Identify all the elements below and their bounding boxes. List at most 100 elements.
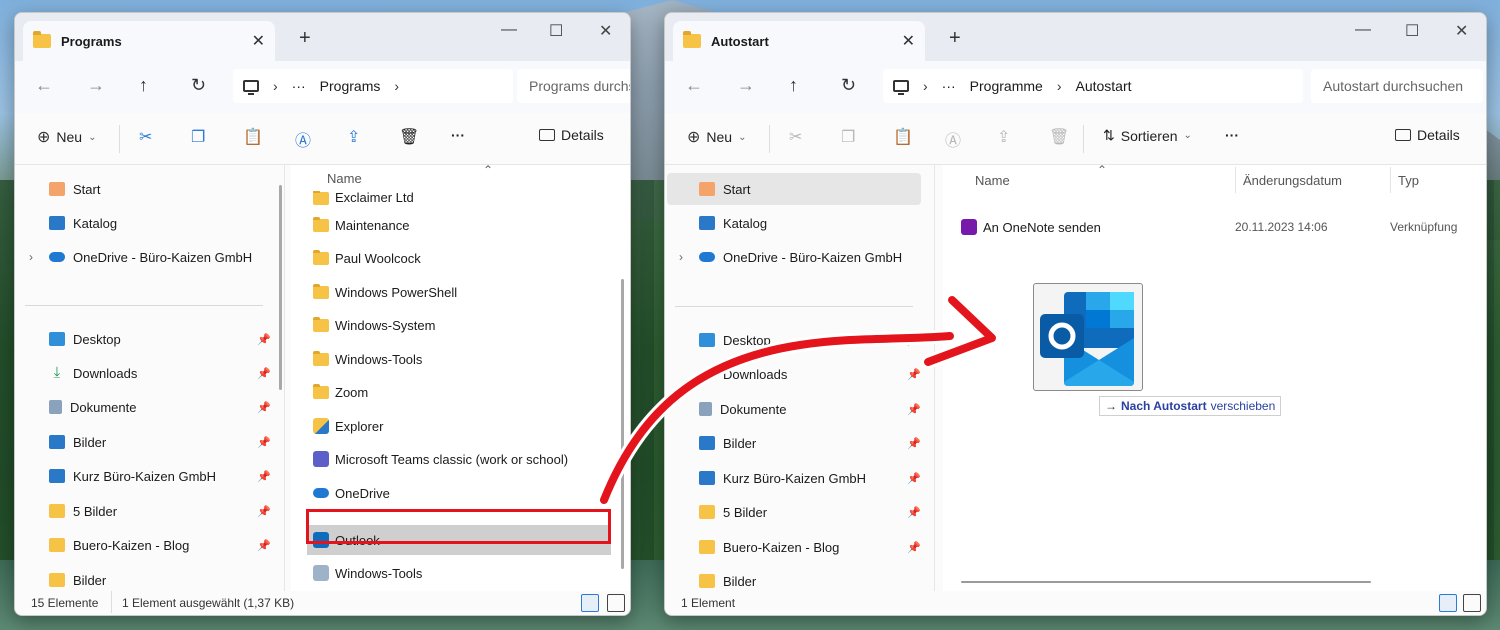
sidebar-item-downloads[interactable]: ⤓ Downloads [15,359,277,387]
maximize-icon[interactable]: ☐ [1405,21,1419,41]
sidebar-item-bilder[interactable]: Bilder [665,429,927,457]
list-item[interactable]: Windows-Tools [313,345,611,373]
back-icon[interactable]: ← [35,75,53,96]
sidebar-item-blog[interactable]: Buero-Kaizen - Blog [15,531,277,559]
list-item[interactable]: Explorer [313,412,611,440]
pin-icon[interactable]: 📌 [257,539,271,552]
sidebar-item-start[interactable]: Start [667,173,921,205]
refresh-icon[interactable]: ↻ [841,75,856,96]
breadcrumb-overflow[interactable]: ··· [292,78,306,94]
copy-icon[interactable]: ❐ [191,127,205,147]
minimize-icon[interactable]: — [501,21,517,39]
tiles-view-icon[interactable] [607,594,625,612]
delete-icon[interactable]: 🗑 [1049,127,1069,147]
rename-icon[interactable]: Ⓐ [945,127,961,151]
up-icon[interactable]: ↑ [789,75,798,96]
pin-icon[interactable]: 📌 [257,470,271,483]
sidebar-item-katalog[interactable]: Katalog [665,209,927,237]
column-header-type[interactable]: Typ [1398,173,1419,188]
pin-icon[interactable]: 📌 [257,505,271,518]
sidebar-scrollbar[interactable] [279,185,282,390]
sidebar-item-5-bilder[interactable]: 5 Bilder [15,497,277,525]
sidebar-item-start[interactable]: Start [15,175,277,203]
sidebar-item-desktop[interactable]: Desktop [665,326,927,354]
breadcrumb-item[interactable]: Autostart [1075,78,1131,94]
pin-icon[interactable]: 📌 [907,334,921,347]
pin-icon[interactable]: 📌 [257,436,271,449]
list-item[interactable]: Windows-System [313,311,611,339]
sidebar-item-katalog[interactable]: Katalog [15,209,277,237]
sidebar-item-blog[interactable]: Buero-Kaizen - Blog [665,533,927,561]
sidebar-item-kurz[interactable]: Kurz Büro-Kaizen GmbH [15,462,277,490]
tab-autostart[interactable]: Autostart ✕ [673,21,925,61]
chevron-right-icon[interactable]: › [29,250,49,264]
breadcrumb-overflow[interactable]: ··· [942,78,956,94]
sidebar-item-onedrive[interactable]: › OneDrive - Büro-Kaizen GmbH [15,243,277,271]
pin-icon[interactable]: 📌 [907,472,921,485]
cut-icon[interactable]: ✂ [139,127,152,147]
breadcrumb-item[interactable]: Programme [970,78,1043,94]
breadcrumb-item[interactable]: Programs [320,78,381,94]
details-view-icon[interactable] [581,594,599,612]
close-window-icon[interactable]: ✕ [599,21,612,41]
column-header-date[interactable]: Änderungsdatum [1243,173,1342,188]
details-view-icon[interactable] [1439,594,1457,612]
close-tab-icon[interactable]: ✕ [902,31,915,51]
list-item[interactable]: OneDrive [313,479,611,507]
details-button[interactable]: Details [539,127,604,143]
horizontal-scrollbar[interactable] [961,581,1371,583]
sidebar-item-5-bilder[interactable]: 5 Bilder [665,498,927,526]
up-icon[interactable]: ↑ [139,75,148,96]
address-bar[interactable]: › ··· Programs › [233,69,513,103]
pin-icon[interactable]: 📌 [907,403,921,416]
column-header-name[interactable]: Name [327,171,362,186]
refresh-icon[interactable]: ↻ [191,75,206,96]
table-row[interactable]: An OneNote senden 20.11.2023 14:06 Verkn… [961,213,1481,241]
new-button[interactable]: ⊕ Neu ⌄ [37,127,96,147]
list-item[interactable]: Exclaimer Ltd [313,191,611,205]
pin-icon[interactable]: 📌 [907,368,921,381]
sidebar-item-onedrive[interactable]: › OneDrive - Büro-Kaizen GmbH [665,243,927,271]
pin-icon[interactable]: 📌 [907,506,921,519]
vertical-scrollbar[interactable] [621,279,624,569]
search-input[interactable]: Programs durchsuchen [517,69,630,103]
close-tab-icon[interactable]: ✕ [252,31,265,51]
list-item[interactable]: Windows-Tools [313,559,611,587]
pin-icon[interactable]: 📌 [257,333,271,346]
list-item[interactable]: Maintenance [313,211,611,239]
paste-icon[interactable]: 📋 [893,127,913,147]
sidebar-item-dokumente[interactable]: Dokumente [665,395,927,423]
paste-icon[interactable]: 📋 [243,127,263,147]
forward-icon[interactable]: → [87,75,105,96]
new-tab-icon[interactable]: + [299,27,311,50]
forward-icon[interactable]: → [737,75,755,96]
minimize-icon[interactable]: — [1355,21,1371,39]
more-options-icon[interactable]: ··· [1225,127,1239,143]
delete-icon[interactable]: 🗑 [399,127,419,147]
new-tab-icon[interactable]: + [949,27,961,50]
cut-icon[interactable]: ✂ [789,127,802,147]
search-input[interactable]: Autostart durchsuchen [1311,69,1483,103]
list-item[interactable]: Windows PowerShell [313,278,611,306]
list-item[interactable]: Zoom [313,378,611,406]
maximize-icon[interactable]: ☐ [549,21,563,41]
share-icon[interactable]: ⇪ [997,127,1010,147]
more-options-icon[interactable]: ··· [451,127,465,143]
pin-icon[interactable]: 📌 [907,437,921,450]
back-icon[interactable]: ← [685,75,703,96]
sidebar-item-bilder-folder[interactable]: Bilder [15,566,277,594]
list-item[interactable]: Paul Woolcock [313,244,611,272]
copy-icon[interactable]: ❐ [841,127,855,147]
sidebar-item-dokumente[interactable]: Dokumente [15,393,277,421]
rename-icon[interactable]: Ⓐ [295,127,311,151]
pin-icon[interactable]: 📌 [257,401,271,414]
tiles-view-icon[interactable] [1463,594,1481,612]
share-icon[interactable]: ⇪ [347,127,360,147]
sidebar-item-bilder[interactable]: Bilder [15,428,277,456]
sort-button[interactable]: ⇅ Sortieren ⌄ [1103,127,1192,144]
new-button[interactable]: ⊕ Neu ⌄ [687,127,746,147]
chevron-right-icon[interactable]: › [679,250,699,264]
tab-programs[interactable]: Programs ✕ [23,21,275,61]
list-item[interactable]: Microsoft Teams classic (work or school) [313,445,611,473]
pin-icon[interactable]: 📌 [257,367,271,380]
